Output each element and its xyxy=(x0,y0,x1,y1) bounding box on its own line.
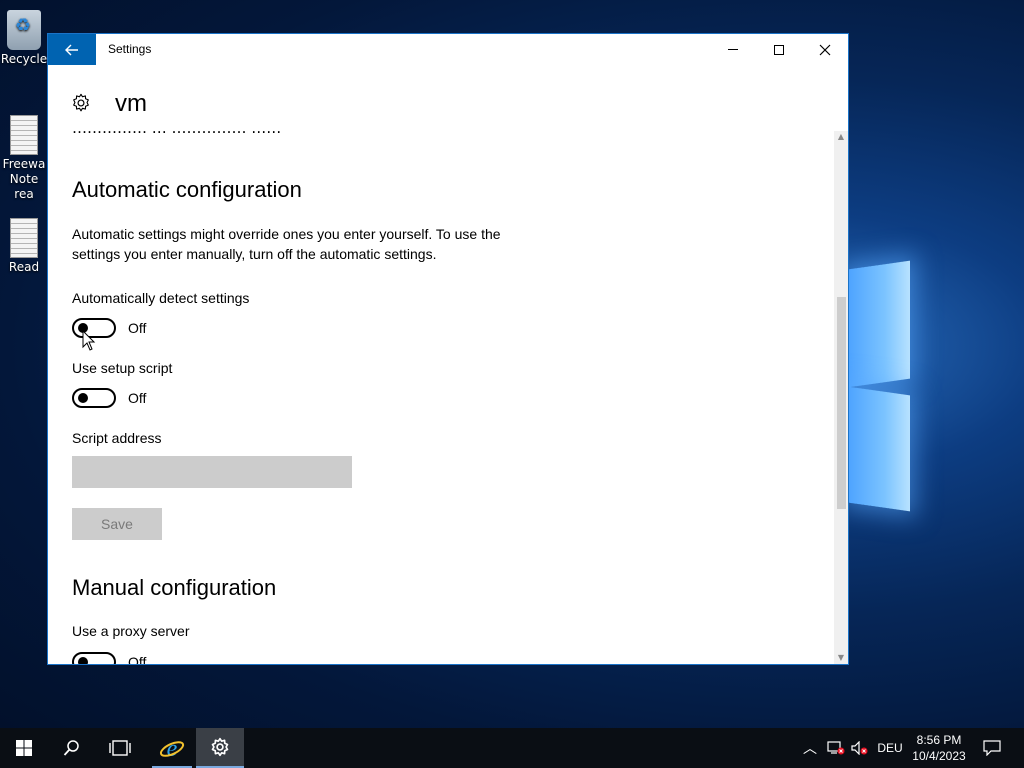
proxy-server-state: Off xyxy=(128,654,147,664)
show-hidden-icons-button[interactable]: ︿ xyxy=(800,728,820,768)
window-title: Settings xyxy=(108,42,152,56)
desktop-icon-label-2: Note rea xyxy=(9,172,39,201)
network-tray-button[interactable] xyxy=(824,728,848,768)
close-icon xyxy=(819,44,831,55)
windows-start-icon xyxy=(16,740,32,756)
settings-taskbar-button[interactable] xyxy=(196,728,244,768)
windows-logo-wallpaper xyxy=(848,255,912,515)
setup-script-toggle[interactable] xyxy=(72,388,116,408)
desktop-icon-label: Read xyxy=(8,260,40,274)
clock-date: 10/4/2023 xyxy=(912,749,966,763)
mouse-cursor-icon xyxy=(82,330,96,351)
start-button[interactable] xyxy=(0,728,48,768)
document-icon xyxy=(10,218,38,258)
internet-explorer-icon: e xyxy=(159,736,185,761)
network-error-icon xyxy=(827,741,845,755)
script-address-input[interactable] xyxy=(72,456,352,488)
automatic-configuration-heading: Automatic configuration xyxy=(72,177,302,202)
page-title: vm xyxy=(115,90,147,117)
close-button[interactable] xyxy=(802,34,848,65)
maximize-icon xyxy=(774,44,784,55)
recycle-bin-icon xyxy=(7,10,41,50)
toggle-knob xyxy=(78,393,88,403)
input-language-indicator[interactable]: DEU xyxy=(876,728,904,768)
save-button[interactable]: Save xyxy=(72,508,162,540)
taskbar: e ︿ DEU 8:56 PM 10/4/2023 xyxy=(0,728,1024,768)
gear-icon xyxy=(73,93,89,112)
minimize-button[interactable] xyxy=(710,34,756,65)
title-bar[interactable]: Settings xyxy=(48,34,848,65)
scroll-down-arrow-icon[interactable]: ▼ xyxy=(834,652,848,664)
internet-explorer-button[interactable]: e xyxy=(148,728,196,768)
scroll-thumb[interactable] xyxy=(837,297,846,509)
task-view-button[interactable] xyxy=(96,728,144,768)
action-center-button[interactable] xyxy=(972,728,1012,768)
page-header xyxy=(48,65,848,131)
chevron-up-icon: ︿ xyxy=(803,741,817,757)
automatic-configuration-description: Automatic settings might override ones y… xyxy=(72,226,501,262)
notification-icon xyxy=(983,740,1001,756)
logo-pane-bottom xyxy=(848,386,910,512)
svg-text:e: e xyxy=(167,736,178,761)
settings-content: …………… … …………… …… Automatic configuration… xyxy=(48,131,834,664)
search-icon xyxy=(63,740,79,756)
proxy-server-label: Use a proxy server xyxy=(72,623,190,639)
manual-configuration-heading: Manual configuration xyxy=(72,575,277,600)
desktop-icon-read[interactable]: Read xyxy=(0,218,48,275)
toggle-knob xyxy=(78,657,88,664)
detect-settings-state: Off xyxy=(128,320,147,336)
scroll-up-arrow-icon[interactable]: ▲ xyxy=(834,131,848,143)
document-icon xyxy=(10,115,38,155)
clock-time: 8:56 PM xyxy=(916,733,962,747)
script-address-label: Script address xyxy=(72,430,162,446)
proxy-server-toggle[interactable] xyxy=(72,652,116,664)
clock[interactable]: 8:56 PM 10/4/2023 xyxy=(906,728,972,768)
back-arrow-icon xyxy=(65,44,78,55)
maximize-button[interactable] xyxy=(756,34,802,65)
settings-window: Settings vm …………… … …………… …… Automatic c… xyxy=(47,33,849,665)
minimize-icon xyxy=(728,49,738,50)
task-view-icon xyxy=(109,740,131,756)
desktop-icon-label: Freewa xyxy=(2,157,46,171)
volume-tray-button[interactable] xyxy=(848,728,872,768)
detect-settings-label: Automatically detect settings xyxy=(72,290,250,306)
volume-muted-icon xyxy=(851,741,868,755)
vertical-scrollbar[interactable]: ▲ ▼ xyxy=(834,131,848,664)
setup-script-label: Use setup script xyxy=(72,360,173,376)
desktop-icon-recycle-bin[interactable]: Recycle xyxy=(0,10,48,67)
search-button[interactable] xyxy=(48,728,96,768)
back-button[interactable] xyxy=(48,34,96,65)
desktop-icon-label: Recycle xyxy=(0,52,48,66)
gear-icon xyxy=(211,737,229,757)
setup-script-state: Off xyxy=(128,390,147,406)
desktop-icon-freeware-note[interactable]: Freewa Note rea xyxy=(0,115,48,202)
logo-pane-top xyxy=(848,260,910,388)
clipped-text-line: …………… … …………… …… xyxy=(72,131,281,137)
